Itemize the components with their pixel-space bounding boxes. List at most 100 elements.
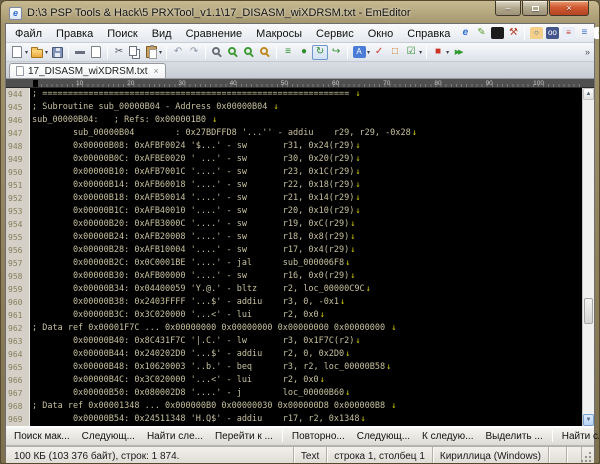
vertical-scrollbar[interactable]: ▲ ▼ xyxy=(582,88,594,426)
findbar-button[interactable]: К следую... xyxy=(416,430,479,443)
code-line[interactable]: 964 0x00000B44: 0x240202D0 '...$' - addi… xyxy=(6,348,582,361)
code-line[interactable]: 957 0x00000B2C: 0x0C0001BE '....' - jal … xyxy=(6,257,582,270)
code-line[interactable]: 959 0x00000B34: 0x04400059 'Y.@.' - bltz… xyxy=(6,283,582,296)
menu-item-4[interactable]: Сравнение xyxy=(179,26,250,42)
record-macro-icon[interactable]: ■ xyxy=(430,45,446,60)
redo-icon[interactable]: ↷ xyxy=(186,45,202,60)
code-area[interactable]: 944; ===================================… xyxy=(6,88,582,426)
menu-item-0[interactable]: Файл xyxy=(8,26,49,42)
toolbar-overflow-icon[interactable]: » xyxy=(585,47,590,57)
code-line[interactable]: 966 0x00000B4C: 0x3C020000 '...<' - lui … xyxy=(6,374,582,387)
code-line[interactable]: 969 0x00000B54: 0x24511348 'H.Q$' - addi… xyxy=(6,413,582,426)
findbar-button[interactable]: Следующ... xyxy=(351,430,416,443)
code-line[interactable]: 965 0x00000B48: 0x10620003 '..b.' - beq … xyxy=(6,361,582,374)
editor[interactable]: 944; ===================================… xyxy=(6,88,594,426)
code-line[interactable]: 963 0x00000B40: 0x8C431F7C '|.C.' - lw r… xyxy=(6,335,582,348)
undo-icon[interactable]: ↶ xyxy=(170,45,186,60)
code-line[interactable]: 954 0x00000B20: 0xAFB3000C '....' - sw r… xyxy=(6,218,582,231)
wrap-by-window-icon[interactable]: ↻ xyxy=(312,45,328,60)
menu-item-3[interactable]: Вид xyxy=(145,26,179,42)
menu-item-6[interactable]: Сервис xyxy=(309,26,361,42)
paste-icon[interactable] xyxy=(143,45,159,60)
run-macro-icon[interactable]: ▶▶ xyxy=(450,45,466,60)
explorer-search-icon[interactable]: ○ xyxy=(528,26,544,41)
menu-item-7[interactable]: Окно xyxy=(361,26,401,42)
wrap-indication-icon[interactable]: ● xyxy=(296,45,312,60)
mode-cell[interactable]: Text xyxy=(293,447,326,464)
code-line[interactable]: 968; Data ref 0x00001348 ... 0x000000B0 … xyxy=(6,400,582,413)
customize-icon-dropdown[interactable]: ▾ xyxy=(419,49,422,56)
code-line[interactable]: 945; Subroutine sub_00000B04 - Address 0… xyxy=(6,101,582,114)
new-file-icon-dropdown[interactable]: ▾ xyxy=(25,49,28,56)
code-line[interactable]: 947 sub_00000B04 : 0x27BDFFD8 '...'' - a… xyxy=(6,127,582,140)
code-line[interactable]: 952 0x00000B18: 0xAFB50014 '....' - sw r… xyxy=(6,192,582,205)
menu-item-8[interactable]: Справка xyxy=(400,26,457,42)
findbar-button[interactable]: Повторно... xyxy=(286,430,351,443)
record-macro-icon-dropdown[interactable]: ▾ xyxy=(446,49,449,56)
code-line[interactable]: 946sub_00000B04: ; Refs: 0x000001B0 ↓ xyxy=(6,114,582,127)
code-line[interactable]: 953 0x00000B1C: 0xAFB40010 '....' - sw r… xyxy=(6,205,582,218)
cut-icon[interactable]: ✂ xyxy=(111,45,127,60)
findbar-button[interactable]: Следующ... xyxy=(76,430,141,443)
resize-grip[interactable] xyxy=(581,447,594,464)
menu-item-1[interactable]: Правка xyxy=(49,26,100,42)
code-line[interactable]: 956 0x00000B28: 0xAFB10004 '....' - sw r… xyxy=(6,244,582,257)
code-line[interactable]: 950 0x00000B10: 0xAFB7001C '....' - sw r… xyxy=(6,166,582,179)
code-line[interactable]: 961 0x00000B3C: 0x3C020000 '...<' - lui … xyxy=(6,309,582,322)
menu-item-2[interactable]: Поиск xyxy=(100,26,144,42)
code-line[interactable]: 960 0x00000B38: 0x2403FFFF '...$' - addi… xyxy=(6,296,582,309)
code-line[interactable]: 948 0x00000B08: 0xAFBF0024 '$...' - sw r… xyxy=(6,140,582,153)
code-line[interactable]: 951 0x00000B14: 0xAFB60018 '....' - sw r… xyxy=(6,179,582,192)
print-preview-icon[interactable] xyxy=(88,45,104,60)
code-line[interactable]: 962; Data ref 0x00001F7C ... 0x00000000 … xyxy=(6,322,582,335)
paste-icon-dropdown[interactable]: ▾ xyxy=(159,49,162,56)
script-icon[interactable]: ≡ xyxy=(592,26,600,41)
code-line[interactable]: 955 0x00000B24: 0xAFB20008 '....' - sw r… xyxy=(6,231,582,244)
wrap-none-icon[interactable]: ≡ xyxy=(280,45,296,60)
findbar-button[interactable]: Перейти к ... xyxy=(209,430,279,443)
scrollbar-thumb[interactable] xyxy=(584,298,593,324)
maximize-button[interactable] xyxy=(522,1,548,16)
scroll-up-arrow[interactable]: ▲ xyxy=(583,88,594,100)
print-icon[interactable]: ▬ xyxy=(72,45,88,60)
find-next-icon[interactable] xyxy=(225,45,241,60)
encoding-icon-dropdown[interactable]: ▾ xyxy=(367,49,370,56)
code-line[interactable]: 958 0x00000B30: 0xAFB00000 '....' - sw r… xyxy=(6,270,582,283)
close-button[interactable]: × xyxy=(549,1,589,16)
new-file-icon[interactable] xyxy=(9,45,25,60)
open-file-icon-dropdown[interactable]: ▾ xyxy=(45,49,48,56)
ie-browser-icon[interactable]: e xyxy=(457,26,473,41)
code-line[interactable]: 967 0x00000B50: 0x080002D8 '....' - j lo… xyxy=(6,387,582,400)
find-icon[interactable] xyxy=(209,45,225,60)
code-line[interactable]: 949 0x00000B0C: 0xAFBE0020 ' ...' - sw r… xyxy=(6,153,582,166)
findbar-button[interactable]: Найти сле... xyxy=(141,430,209,443)
binoculars-icon[interactable]: oo xyxy=(544,26,560,41)
compare-icon[interactable]: □ xyxy=(387,45,403,60)
findbar-button[interactable]: Поиск мак... xyxy=(8,430,76,443)
minimize-button[interactable]: – xyxy=(495,1,521,16)
menu-item-5[interactable]: Макросы xyxy=(249,26,309,42)
copy-icon[interactable] xyxy=(127,45,143,60)
encoding-icon[interactable]: A xyxy=(351,45,367,60)
console-icon[interactable] xyxy=(489,26,505,41)
console-icon-glyph xyxy=(491,27,504,39)
wrap-by-page-icon[interactable]: ↪ xyxy=(328,45,344,60)
list-icon[interactable]: ≡ xyxy=(576,26,592,41)
find-in-files-icon[interactable] xyxy=(257,45,273,60)
tab-close-icon[interactable]: × xyxy=(153,66,158,76)
find-prev-icon[interactable] xyxy=(241,45,257,60)
scroll-down-arrow[interactable]: ▼ xyxy=(583,414,594,426)
encoding-cell[interactable]: Кириллица (Windows) xyxy=(432,447,548,464)
findbar-button[interactable]: Найти сле... xyxy=(556,430,600,443)
external-editor-icon[interactable]: ✎ xyxy=(473,26,489,41)
customize-icon[interactable]: ☑ xyxy=(403,45,419,60)
open-file-icon[interactable] xyxy=(29,45,45,60)
tab-17-disasm[interactable]: 17_DISASM_wiXDRSM.txt × xyxy=(9,63,166,78)
cursor-position-cell[interactable]: строка 1, столбец 1 xyxy=(326,447,432,464)
findbar-button[interactable]: Выделить ... xyxy=(479,430,548,443)
code-line[interactable]: 944; ===================================… xyxy=(6,88,582,101)
abacus-icon[interactable]: ≡ xyxy=(560,26,576,41)
hammer-icon[interactable]: ⚒ xyxy=(505,26,521,41)
save-icon[interactable] xyxy=(49,45,65,60)
marks-icon[interactable]: ✓ xyxy=(371,45,387,60)
